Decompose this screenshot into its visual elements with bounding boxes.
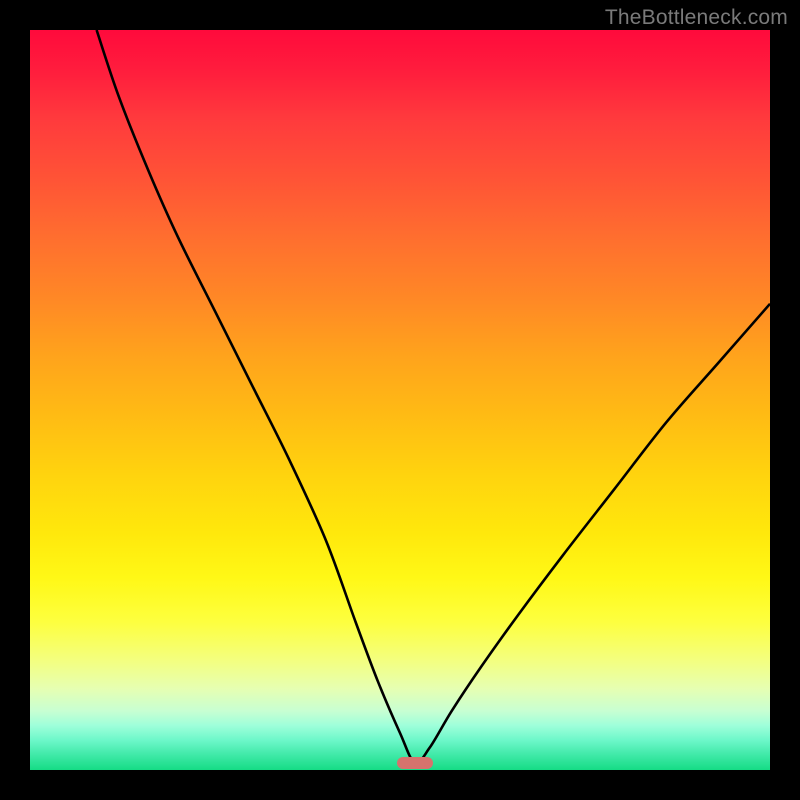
curve-svg (30, 30, 770, 770)
chart-frame: TheBottleneck.com (0, 0, 800, 800)
watermark-text: TheBottleneck.com (605, 6, 788, 30)
minimum-marker (397, 757, 433, 769)
bottleneck-curve-path (97, 30, 770, 763)
plot-area (30, 30, 770, 770)
